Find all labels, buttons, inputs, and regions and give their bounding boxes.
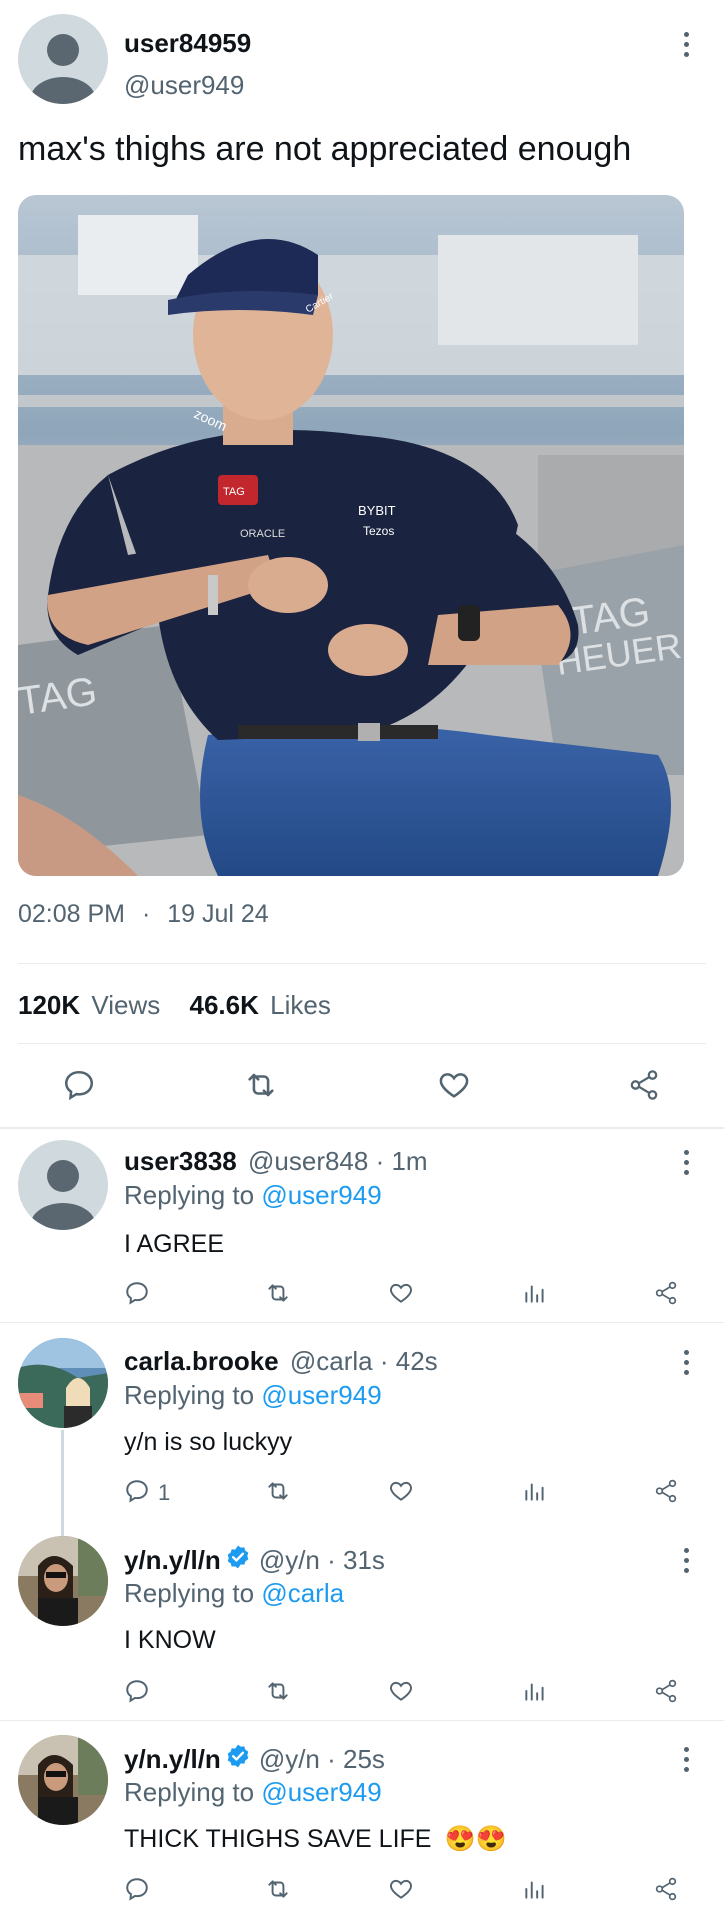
reply-more-icon[interactable] xyxy=(681,1350,691,1375)
post-timestamp: 02:08 PM · 19 Jul 24 xyxy=(18,900,269,929)
reply-header: carla.brooke @carla · 42s xyxy=(124,1346,438,1377)
divider xyxy=(18,1043,706,1044)
share-icon[interactable] xyxy=(653,1280,679,1306)
replying-prefix: Replying to xyxy=(124,1180,255,1210)
reply-text: y/n is so luckyy xyxy=(124,1428,293,1456)
replying-prefix: Replying to xyxy=(124,1380,255,1410)
reply-avatar[interactable] xyxy=(18,1735,108,1825)
author-name[interactable]: user84959 xyxy=(124,28,251,59)
reply-icon[interactable] xyxy=(124,1478,150,1504)
shirt-logo-tag: TAG xyxy=(223,486,245,498)
replying-prefix: Replying to xyxy=(124,1777,255,1807)
verified-badge-icon xyxy=(225,1544,251,1577)
author-handle[interactable]: @user949 xyxy=(124,70,244,101)
shirt-logo-oracle: ORACLE xyxy=(240,528,285,540)
reply-author-name[interactable]: y/n.y/l/n xyxy=(124,1545,221,1576)
divider xyxy=(0,1322,724,1323)
reply-count: 1 xyxy=(158,1480,171,1505)
retweet-icon[interactable] xyxy=(265,1876,291,1902)
replying-to: Replying to @user949 xyxy=(124,1180,382,1211)
reply-text: I KNOW xyxy=(124,1626,216,1654)
reply-icon[interactable] xyxy=(124,1280,150,1306)
reply-handle-time: @user848 · 1m xyxy=(248,1146,428,1176)
reply-header: y/n.y/l/n @y/n · 25s xyxy=(124,1743,385,1776)
reply-author-name[interactable]: carla.brooke xyxy=(124,1346,279,1376)
author-avatar[interactable] xyxy=(18,14,108,104)
divider xyxy=(18,963,706,964)
like-icon[interactable] xyxy=(437,1068,471,1102)
views-icon[interactable] xyxy=(522,1876,548,1902)
replying-to-link[interactable]: @user949 xyxy=(261,1180,381,1210)
reply-avatar[interactable] xyxy=(18,1338,108,1428)
reply-header: user3838 @user848 · 1m xyxy=(124,1146,428,1177)
views-icon[interactable] xyxy=(522,1478,548,1504)
likes-count[interactable]: 46.6K xyxy=(190,990,259,1020)
shirt-logo-bybit: BYBIT xyxy=(358,503,396,518)
post-date: 19 Jul 24 xyxy=(167,900,269,928)
shirt-logo-tezos: Tezos xyxy=(363,524,394,538)
replying-to: Replying to @user949 xyxy=(124,1380,382,1411)
like-icon[interactable] xyxy=(388,1280,414,1306)
verified-badge-icon xyxy=(225,1743,251,1776)
share-icon[interactable] xyxy=(653,1876,679,1902)
like-icon[interactable] xyxy=(388,1478,414,1504)
reply-text-line: THICK THIGHS SAVE LIFE 😍😍 xyxy=(124,1825,507,1854)
reply-icon[interactable] xyxy=(62,1068,96,1102)
retweet-icon[interactable] xyxy=(265,1280,291,1306)
post-time: 02:08 PM xyxy=(18,900,126,928)
replying-to: Replying to @carla xyxy=(124,1578,344,1609)
retweet-icon[interactable] xyxy=(265,1478,291,1504)
post-text: max's thighs are not appreciated enough xyxy=(18,130,632,168)
divider xyxy=(0,1720,724,1721)
retweet-icon[interactable] xyxy=(244,1068,278,1102)
replying-to: Replying to @user949 xyxy=(124,1777,382,1808)
replying-to-link[interactable]: @user949 xyxy=(261,1777,381,1807)
like-icon[interactable] xyxy=(388,1678,414,1704)
reply-handle-time: @carla · 42s xyxy=(289,1346,438,1376)
reply-icon[interactable] xyxy=(124,1678,150,1704)
reply-icon[interactable] xyxy=(124,1876,150,1902)
post-photo[interactable]: TAG HEUER TAG zoom TAG ORACLE BYBIT Tezo… xyxy=(18,195,684,876)
reply-avatar[interactable] xyxy=(18,1536,108,1626)
reply-more-icon[interactable] xyxy=(681,1150,691,1175)
share-icon[interactable] xyxy=(653,1678,679,1704)
reply-text: THICK THIGHS SAVE LIFE xyxy=(124,1825,432,1853)
photo-illustration: TAG HEUER TAG zoom TAG ORACLE BYBIT Tezo… xyxy=(18,195,684,876)
timestamp-separator: · xyxy=(141,900,151,928)
divider xyxy=(0,1127,724,1129)
share-icon[interactable] xyxy=(653,1478,679,1504)
thread-connector xyxy=(61,1430,64,1540)
reply-avatar[interactable] xyxy=(18,1140,108,1230)
views-icon[interactable] xyxy=(522,1678,548,1704)
heart-eyes-emoji: 😍😍 xyxy=(444,1825,507,1853)
share-icon[interactable] xyxy=(627,1068,661,1102)
reply-text: I AGREE xyxy=(124,1230,225,1258)
retweet-icon[interactable] xyxy=(265,1678,291,1704)
replying-prefix: Replying to xyxy=(124,1578,255,1608)
views-icon[interactable] xyxy=(522,1280,548,1306)
post-stats: 120K Views 46.6K Likes xyxy=(18,990,331,1021)
reply-handle-time: @y/n · 31s xyxy=(258,1545,385,1575)
reply-more-icon[interactable] xyxy=(681,1548,691,1573)
replying-to-link[interactable]: @user949 xyxy=(261,1380,381,1410)
reply-handle-time: @y/n · 25s xyxy=(258,1744,385,1774)
reply-author-name[interactable]: user3838 xyxy=(124,1146,237,1176)
views-count: 120K xyxy=(18,990,81,1020)
replying-to-link[interactable]: @carla xyxy=(261,1578,344,1608)
reply-header: y/n.y/l/n @y/n · 31s xyxy=(124,1544,385,1577)
views-label: Views xyxy=(91,990,161,1020)
reply-more-icon[interactable] xyxy=(681,1747,691,1772)
likes-label[interactable]: Likes xyxy=(270,990,331,1020)
more-options-icon[interactable] xyxy=(681,32,691,57)
like-icon[interactable] xyxy=(388,1876,414,1902)
reply-author-name[interactable]: y/n.y/l/n xyxy=(124,1744,221,1775)
